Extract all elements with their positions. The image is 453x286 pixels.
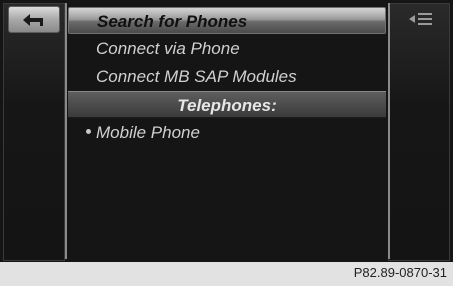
figure-caption: P82.89-0870-31 [353, 265, 447, 280]
menu-item-label: Search for Phones [97, 12, 248, 31]
menu-item-label: Connect MB SAP Modules [96, 67, 297, 86]
menu-item-search-for-phones[interactable]: Search for Phones [68, 7, 386, 34]
left-panel [3, 3, 65, 261]
device-item-label: Mobile Phone [96, 123, 200, 142]
menu-list: Search for Phones Connect via Phone Conn… [68, 3, 386, 259]
display-screen: Search for Phones Connect via Phone Conn… [0, 0, 453, 262]
device-item-mobile-phone[interactable]: Mobile Phone [68, 119, 386, 146]
left-divider [65, 3, 67, 259]
menu-item-connect-via-phone[interactable]: Connect via Phone [68, 35, 386, 62]
right-panel [388, 3, 450, 261]
back-arrow-icon [23, 13, 43, 26]
right-divider [388, 3, 390, 259]
menu-item-connect-mb-sap-modules[interactable]: Connect MB SAP Modules [68, 63, 386, 90]
back-button[interactable] [8, 6, 60, 33]
list-menu-icon [409, 12, 432, 25]
section-header-telephones: Telephones: [68, 91, 386, 118]
menu-item-label: Connect via Phone [96, 39, 240, 58]
list-menu-button[interactable] [396, 6, 446, 31]
bullet-icon [86, 129, 91, 135]
